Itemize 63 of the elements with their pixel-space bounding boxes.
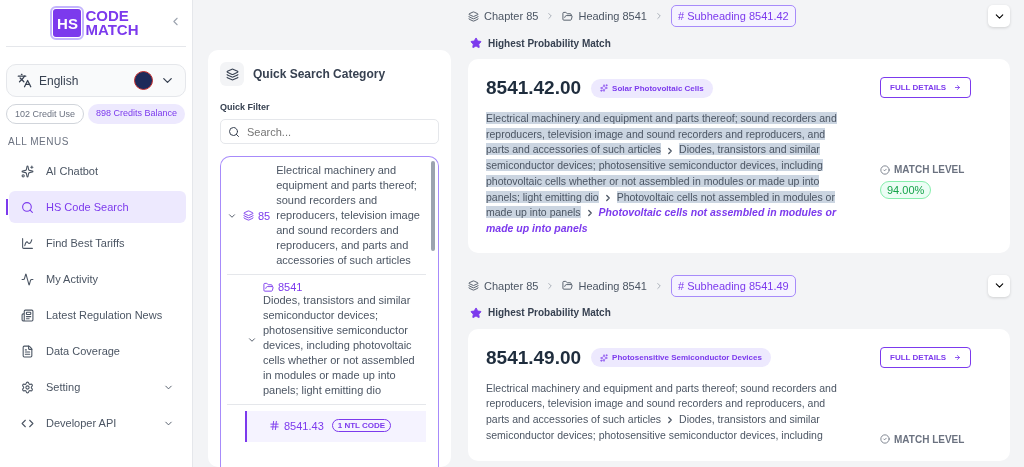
layers-icon — [243, 210, 254, 221]
folder-icon — [562, 10, 574, 22]
match-level-label: MATCH LEVEL — [894, 433, 965, 445]
translate-icon — [17, 73, 32, 88]
logo-text: MATCH — [85, 23, 139, 37]
match-level-value: 94.00% — [880, 181, 932, 199]
logo-text: CODE — [85, 9, 130, 23]
match-label: Highest Probability Match — [488, 307, 611, 319]
menu-item[interactable]: My Activity — [9, 263, 186, 295]
menu-item[interactable]: HS Code Search — [9, 191, 186, 223]
menu-item[interactable]: Developer API — [9, 407, 186, 439]
search-icon — [228, 126, 240, 138]
menu-item[interactable]: Setting — [9, 371, 186, 403]
breadcrumb-link[interactable]: # Subheading 8541.42 — [670, 5, 796, 27]
menu-item[interactable]: Data Coverage — [9, 335, 186, 367]
layers-icon — [220, 62, 244, 86]
section-title: ALL MENUS — [8, 136, 70, 147]
filter-label: Quick Filter — [220, 102, 271, 112]
breadcrumb-link[interactable]: Heading 8541 — [562, 279, 647, 292]
sparkle-icon — [600, 353, 609, 362]
breadcrumb-link[interactable]: Heading 8541 — [562, 10, 647, 22]
hash-icon — [269, 420, 280, 431]
full-details-button[interactable]: FULL DETAILS — [880, 77, 971, 98]
scrollbar[interactable] — [431, 161, 435, 251]
heading-description[interactable]: Diodes, transistors and similar semiconductor devices; photosensitive semiconductor devices, including photovoltaic cells whether or not assembled in modules or made up into panels; light emitting dio — [263, 293, 426, 398]
subheading-item[interactable]: 8541.43 1 NTL CODE — [245, 411, 426, 442]
star-icon — [470, 37, 482, 49]
menu-item[interactable]: Latest Regulation News — [9, 299, 186, 331]
match-label: Highest Probability Match — [488, 37, 611, 49]
credit-pill: 898 Credits Balance — [88, 104, 186, 124]
match-level-label: MATCH LEVEL — [894, 164, 965, 175]
star-icon — [470, 306, 482, 319]
check-icon — [880, 164, 890, 175]
flag-icon — [134, 71, 153, 90]
folder-icon — [562, 280, 574, 292]
heading-code: 8541 — [278, 281, 303, 293]
category-tag: Photosensitive Semiconductor Devices — [591, 348, 771, 368]
breadcrumb-link[interactable]: Chapter 85 — [468, 279, 539, 292]
code-description: Electrical machinery and equipment and parts thereof; sound recorders and reproducers, television image and sound recorders and reproducers, and parts and accessories of such articles Diodes, transistors and similar semiconductor devices; photosensitive semiconductor devices, including — [486, 380, 838, 443]
menu-item[interactable]: Find Best Tariffs — [9, 227, 186, 259]
search-field[interactable]: Search... — [220, 119, 439, 144]
check-icon — [880, 434, 890, 445]
breadcrumb-link[interactable]: Chapter 85 — [468, 10, 539, 22]
hs-code: 8541.42.00 — [486, 77, 582, 99]
sparkle-icon — [600, 84, 609, 92]
breadcrumb-link[interactable]: # Subheading 8541.49 — [670, 274, 796, 297]
expand-button[interactable] — [988, 274, 1010, 297]
chapter-code: 85 — [258, 209, 271, 222]
layers-icon — [468, 280, 479, 292]
panel-title: Quick Search Category — [253, 67, 386, 81]
hs-code: 8541.49.00 — [486, 346, 582, 369]
full-details-button[interactable]: FULL DETAILS — [880, 346, 971, 368]
menu-item[interactable]: AI Chatbot — [9, 155, 186, 187]
expand-button[interactable] — [988, 5, 1010, 27]
logo-badge: HS — [53, 9, 82, 37]
layers-icon — [468, 10, 479, 22]
language-selector[interactable]: English — [6, 64, 186, 97]
chapter-description[interactable]: Electrical machinery and equipment and parts thereof; sound recorders and reproducers, television image and sound recorders and reproducers, and parts and accessories of such articles — [276, 163, 426, 268]
subheading-code: 8541.43 — [284, 419, 324, 432]
code-description: Electrical machinery and equipment and parts thereof; sound recorders and reproducers, television image and sound recorders and reproducers, and parts and accessories of such articles Diodes, transistors and similar semiconductor devices; photosensitive semiconductor devices, including photovoltaic cells whether or not assembled in modules or made up into panels; light emitting dio Photovoltaic cells not assembled in modules or made up into panels Photovoltaic cells not assembled in modules or made up into panels — [486, 111, 838, 236]
category-tag: Solar Photovoltaic Cells — [591, 78, 713, 98]
folder-icon — [263, 281, 274, 293]
arrow-right-icon — [954, 82, 961, 93]
